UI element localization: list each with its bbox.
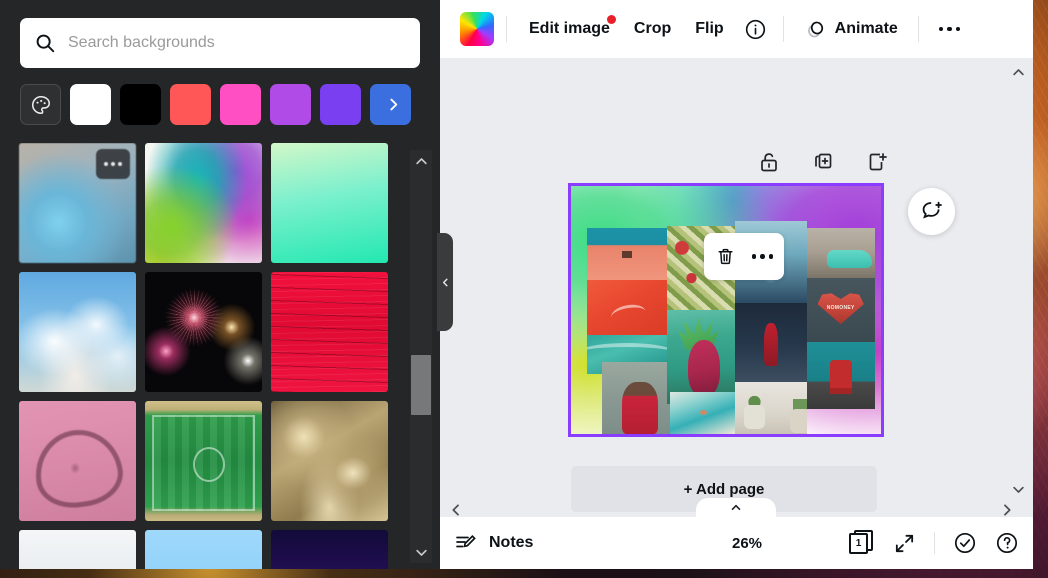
background-thumb-aerial-soccer-field[interactable] xyxy=(145,401,262,521)
background-thumb-light-blue-gradient[interactable] xyxy=(145,530,262,569)
backgrounds-scroll-area[interactable] xyxy=(0,143,440,569)
flip-button[interactable]: Flip xyxy=(683,10,735,48)
search-box[interactable] xyxy=(20,18,420,68)
scroll-down-button[interactable] xyxy=(410,541,432,563)
check-circle-button[interactable] xyxy=(953,531,977,555)
notes-icon xyxy=(454,531,478,555)
more-colors-button[interactable] xyxy=(373,84,414,125)
color-swatch-row xyxy=(0,68,440,139)
edit-image-badge xyxy=(606,15,616,24)
background-thumb-pink-sand-heart[interactable] xyxy=(19,401,136,521)
background-thumb-white-snow-texture[interactable] xyxy=(19,530,136,569)
background-thumb-night-purple-sky[interactable] xyxy=(271,530,388,569)
panel-scrollbar[interactable] xyxy=(410,150,432,563)
document-thumbnail[interactable] xyxy=(460,12,494,46)
color-swatch-white[interactable] xyxy=(70,84,111,125)
collage-photo-red-chair-photo[interactable] xyxy=(806,342,875,410)
canvas-area[interactable]: NOMONEY + Add page xyxy=(440,58,1033,517)
backgrounds-panel xyxy=(0,0,440,569)
editor-area: Edit image Crop Flip Animate NOMONEY + A… xyxy=(440,0,1033,569)
background-thumb-fireworks-night[interactable] xyxy=(145,272,262,392)
canvas-nav-left[interactable] xyxy=(444,498,468,517)
help-button[interactable] xyxy=(995,531,1019,555)
zoom-level[interactable]: 26% xyxy=(732,535,762,552)
more-options-button[interactable] xyxy=(927,10,973,48)
page-selection-frame[interactable]: NOMONEY xyxy=(568,183,884,437)
panel-collapse-button[interactable] xyxy=(437,233,453,331)
add-page-label: + Add page xyxy=(683,480,765,498)
flip-label: Flip xyxy=(695,20,724,37)
background-thumb-blue-sky-clouds[interactable] xyxy=(19,272,136,392)
notes-label: Notes xyxy=(489,534,534,551)
background-thumb-red-wood-planks[interactable] xyxy=(271,272,388,392)
canvas-scroll-down[interactable] xyxy=(1007,478,1029,500)
toolbar-divider-2 xyxy=(782,16,784,42)
collage-photo-teal-beach-photo[interactable] xyxy=(670,391,736,434)
add-page-icon[interactable] xyxy=(865,150,889,174)
notes-button[interactable]: Notes xyxy=(454,531,533,555)
element-floating-toolbar xyxy=(704,233,784,280)
search-icon xyxy=(34,32,56,54)
collage-photo-red-abstract-photo[interactable] xyxy=(586,280,668,335)
ellipsis-icon xyxy=(938,26,961,32)
collage-photo-teal-house-photo[interactable] xyxy=(586,228,668,281)
canvas-scroll-up[interactable] xyxy=(1007,61,1029,83)
toolbar-divider-1 xyxy=(506,16,507,42)
collage-photo-potted-plants-photo[interactable] xyxy=(735,381,807,434)
animate-icon xyxy=(804,17,828,41)
toolbar-divider-3 xyxy=(917,16,919,42)
bottom-divider xyxy=(934,532,935,554)
color-swatch-violet[interactable] xyxy=(270,84,311,125)
crop-label: Crop xyxy=(633,20,672,37)
color-swatch-pink[interactable] xyxy=(220,84,261,125)
bottom-bar-right: 1 xyxy=(849,530,1019,556)
element-more-icon[interactable] xyxy=(751,254,774,259)
top-toolbar: Edit image Crop Flip Animate xyxy=(440,0,1033,58)
bottom-bar: Notes 26% 1 xyxy=(440,517,1033,569)
add-comment-button[interactable] xyxy=(908,188,955,235)
search-input[interactable] xyxy=(68,34,406,52)
color-swatch-black[interactable] xyxy=(120,84,161,125)
collage-photo-mint-car-photo[interactable] xyxy=(806,228,875,278)
animate-button[interactable]: Animate xyxy=(792,10,910,48)
fullscreen-button[interactable] xyxy=(893,532,916,555)
background-thumb-quartz-crystals[interactable] xyxy=(271,401,388,521)
thumb-more-icon[interactable] xyxy=(96,149,130,179)
edit-image-button[interactable]: Edit image xyxy=(517,10,622,48)
animate-label: Animate xyxy=(834,20,898,37)
color-swatch-red[interactable] xyxy=(170,84,211,125)
crop-button[interactable]: Crop xyxy=(622,10,683,48)
page-count-button[interactable]: 1 xyxy=(849,530,875,556)
lock-icon[interactable] xyxy=(757,150,781,174)
heart-photo-text: NOMONEY xyxy=(826,304,855,311)
info-icon xyxy=(744,18,767,41)
duplicate-page-icon[interactable] xyxy=(811,150,835,174)
search-section xyxy=(0,0,440,68)
collage-photo-heart-ornament-photo[interactable]: NOMONEY xyxy=(806,277,875,343)
page-action-icons xyxy=(757,150,889,174)
bottom-panel-expand-handle[interactable] xyxy=(696,498,776,517)
edit-image-label: Edit image xyxy=(529,20,610,37)
canvas-nav-right[interactable] xyxy=(995,498,1019,517)
design-page[interactable]: NOMONEY xyxy=(568,183,884,437)
palette-picker-button[interactable] xyxy=(20,84,61,125)
background-thumb-mint-green-gradient[interactable] xyxy=(271,143,388,263)
scroll-up-button[interactable] xyxy=(410,150,432,172)
page-number: 1 xyxy=(849,533,868,554)
color-swatch-purple[interactable] xyxy=(320,84,361,125)
info-button[interactable] xyxy=(736,10,775,48)
collage-photo-runner-silhouette[interactable] xyxy=(735,302,807,382)
backgrounds-grid xyxy=(0,143,440,569)
background-thumb-blue-blur-gradient[interactable] xyxy=(19,143,136,263)
collage-photo-pineapple-photo[interactable] xyxy=(667,310,736,405)
background-thumb-colored-smoke-ink[interactable] xyxy=(145,143,262,263)
scrollbar-thumb[interactable] xyxy=(411,355,431,415)
trash-icon[interactable] xyxy=(715,246,736,267)
